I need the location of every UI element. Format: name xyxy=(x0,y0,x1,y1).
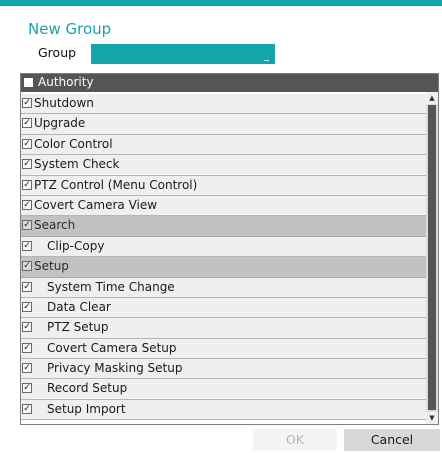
cancel-button[interactable]: Cancel xyxy=(344,429,440,451)
checkmark-icon[interactable]: ✓ xyxy=(22,301,32,312)
permission-label: Setup Import xyxy=(47,401,126,416)
ok-button[interactable]: OK xyxy=(253,429,337,451)
checkmark-icon[interactable]: ✓ xyxy=(22,403,32,414)
permission-label: Upgrade xyxy=(34,116,86,131)
permission-row[interactable]: ✓ Clip-Copy xyxy=(21,236,426,258)
authority-header-label: Authority xyxy=(38,75,94,89)
permission-label: System Check xyxy=(34,157,120,172)
permission-label: Covert Camera Setup xyxy=(47,340,177,355)
scrollbar[interactable]: ▲ ▼ xyxy=(426,92,438,424)
permission-label: PTZ Control (Menu Control) xyxy=(34,177,198,192)
permission-label: Covert Camera View xyxy=(34,197,158,212)
permission-label: Search xyxy=(34,218,76,233)
group-label: Group xyxy=(38,45,77,60)
permission-row[interactable]: ✓ PTZ Control (Menu Control) xyxy=(21,175,426,196)
permission-row[interactable]: ✓ Shutdown xyxy=(21,94,426,115)
scroll-up-arrow-icon[interactable]: ▲ xyxy=(426,92,438,104)
checkmark-icon[interactable]: ✓ xyxy=(22,281,32,292)
permission-row[interactable]: ✓ PTZ Setup xyxy=(21,318,426,339)
permission-label: Color Control xyxy=(34,136,113,151)
permission-row[interactable]: ✓ System Check xyxy=(21,155,426,176)
checkmark-icon[interactable]: ✓ xyxy=(22,159,32,170)
checkmark-icon[interactable]: ✓ xyxy=(22,240,32,251)
permission-label: PTZ Setup xyxy=(47,320,109,335)
permission-row[interactable]: ✓ Covert Camera Setup xyxy=(21,338,426,360)
section-row[interactable]: ✓ Setup xyxy=(21,257,426,278)
permission-row[interactable]: ✓ Color Control xyxy=(21,134,426,156)
checkmark-icon[interactable]: ✓ xyxy=(22,199,32,210)
permission-label: Data Clear xyxy=(47,299,111,314)
authority-header: Authority xyxy=(21,74,438,92)
permission-row[interactable]: ✓ Data Clear xyxy=(21,297,426,319)
permission-row[interactable]: ✓ Privacy Masking Setup xyxy=(21,359,426,380)
checkmark-icon[interactable]: ✓ xyxy=(22,383,32,394)
permission-label: Record Setup xyxy=(47,381,128,396)
dialog-title: New Group xyxy=(28,20,112,38)
checkmark-icon[interactable]: ✓ xyxy=(22,322,32,333)
checkmark-icon[interactable]: ✓ xyxy=(22,220,32,231)
checkmark-icon[interactable]: ✓ xyxy=(22,342,32,353)
checkmark-icon[interactable]: ✓ xyxy=(22,261,32,272)
checkmark-icon[interactable]: ✓ xyxy=(22,363,32,374)
permission-label: Privacy Masking Setup xyxy=(47,361,183,376)
authority-list: ✓ Shutdown ✓ Upgrade ✓ Color Control ✓ System C… xyxy=(21,94,426,421)
window-top-bar xyxy=(0,0,442,6)
scroll-down-arrow-icon[interactable]: ▼ xyxy=(426,412,438,424)
select-all-checkbox[interactable] xyxy=(24,78,33,87)
permission-row[interactable]: ✓ Covert Camera View xyxy=(21,195,426,217)
permission-row[interactable]: ✓ Setup Import xyxy=(21,399,426,421)
scrollbar-thumb[interactable] xyxy=(428,105,436,410)
checkmark-icon[interactable]: ✓ xyxy=(22,98,32,108)
section-row[interactable]: ✓ Search xyxy=(21,216,426,237)
permission-label: System Time Change xyxy=(47,279,175,294)
permission-row[interactable]: ✓ Upgrade xyxy=(21,114,426,135)
permission-row[interactable]: ✓ System Time Change xyxy=(21,277,426,298)
permission-row[interactable]: ✓ Record Setup xyxy=(21,379,426,400)
text-caret xyxy=(264,60,269,61)
permission-label: Setup xyxy=(34,259,69,274)
authority-panel: Authority ✓ Shutdown ✓ Upgrade ✓ Color Contro… xyxy=(20,73,439,425)
permission-label: Shutdown xyxy=(34,96,94,110)
group-name-input[interactable] xyxy=(91,44,275,64)
checkmark-icon[interactable]: ✓ xyxy=(22,118,32,129)
checkmark-icon[interactable]: ✓ xyxy=(22,179,32,190)
checkmark-icon[interactable]: ✓ xyxy=(22,138,32,149)
permission-label: Clip-Copy xyxy=(47,238,105,253)
